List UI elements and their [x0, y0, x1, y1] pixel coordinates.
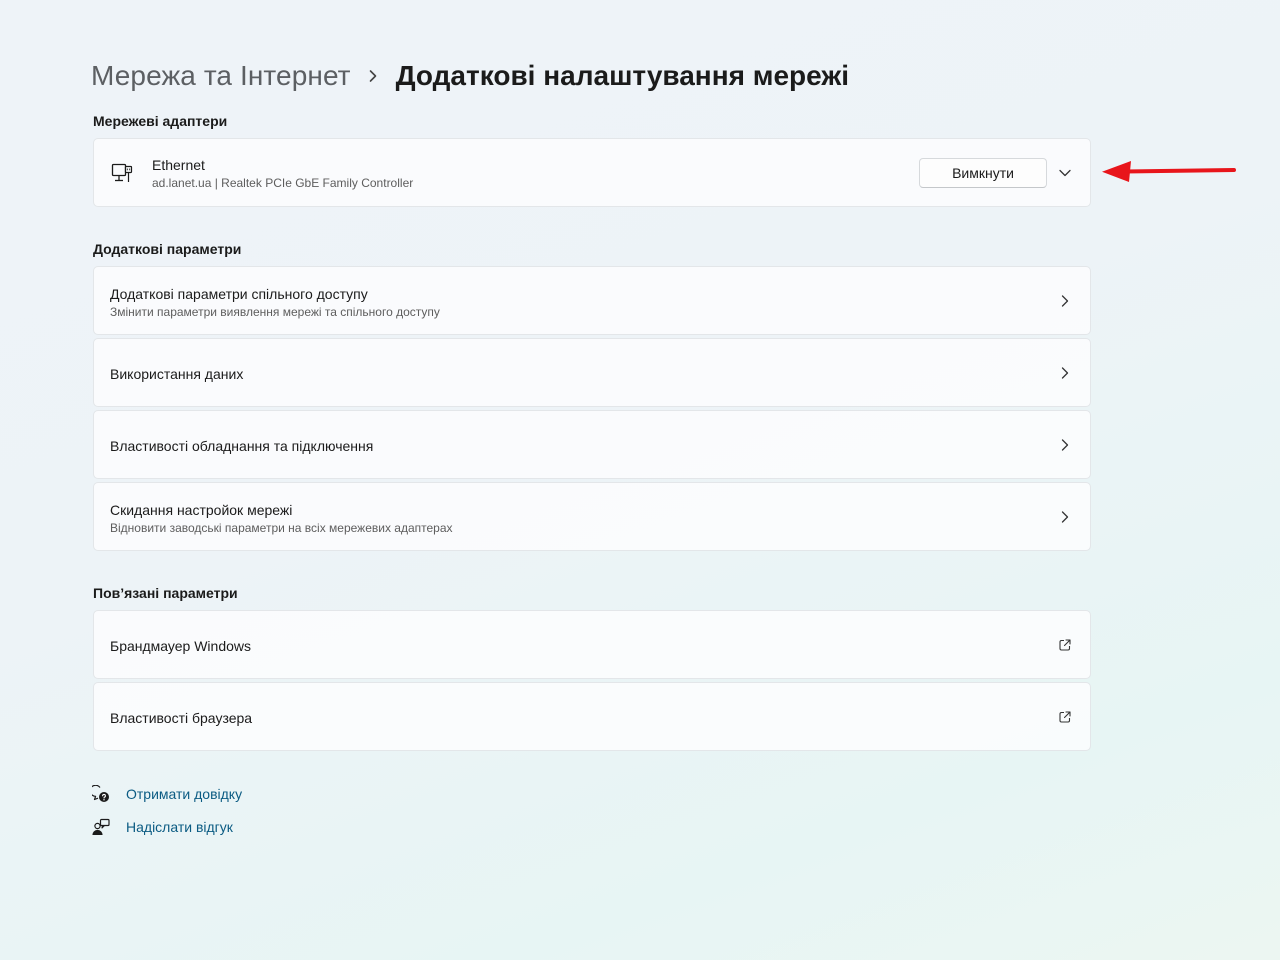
send-feedback-link[interactable]: Надіслати відгук [92, 817, 233, 837]
related-row-title: Властивості браузера [110, 710, 253, 726]
settings-row-hardware-properties[interactable]: Властивості обладнання та підключення [93, 410, 1091, 479]
settings-row-title: Використання даних [110, 366, 244, 382]
chevron-right-icon [1058, 510, 1072, 524]
settings-row-data-usage[interactable]: Використання даних [93, 338, 1091, 407]
settings-row-subtitle: Змінити параметри виявлення мережі та сп… [110, 305, 440, 319]
feedback-person-icon [92, 818, 110, 836]
settings-row-title: Властивості обладнання та підключення [110, 438, 374, 454]
chevron-right-icon [1058, 366, 1072, 380]
chevron-right-icon [1058, 438, 1072, 452]
section-title-adapters: Мережеві адаптери [93, 113, 228, 129]
chevron-down-icon[interactable] [1058, 166, 1072, 180]
chevron-right-icon [368, 69, 378, 83]
settings-row-sharing[interactable]: Додаткові параметри спільного доступу Зм… [93, 266, 1091, 335]
section-title-related: Пов’язані параметри [93, 585, 238, 601]
get-help-label[interactable]: Отримати довідку [126, 786, 242, 802]
open-external-icon [1058, 710, 1072, 724]
related-row-firewall[interactable]: Брандмауер Windows [93, 610, 1091, 679]
red-arrow-icon [1102, 161, 1236, 182]
settings-row-title: Скидання настройок мережі [110, 502, 293, 518]
send-feedback-label[interactable]: Надіслати відгук [126, 819, 233, 835]
settings-row-subtitle: Відновити заводські параметри на всіх ме… [110, 521, 453, 535]
open-external-icon [1058, 638, 1072, 652]
adapter-description: ad.lanet.ua | Realtek PCIe GbE Family Co… [152, 176, 414, 190]
section-title-more-settings: Додаткові параметри [93, 241, 242, 257]
related-row-title: Брандмауер Windows [110, 638, 252, 654]
disable-adapter-button[interactable]: Вимкнути [919, 158, 1047, 188]
page-title: Додаткові налаштування мережі [395, 60, 849, 91]
related-row-browser-properties[interactable]: Властивості браузера [93, 682, 1091, 751]
settings-row-title: Додаткові параметри спільного доступу [110, 286, 368, 302]
breadcrumb-parent-link[interactable]: Мережа та Інтернет [91, 60, 351, 92]
help-chat-icon [89, 784, 110, 803]
get-help-link[interactable]: Отримати довідку [89, 784, 242, 804]
chevron-right-icon [1058, 294, 1072, 308]
adapter-name: Ethernet [152, 157, 205, 173]
settings-row-network-reset[interactable]: Скидання настройок мережі Відновити заво… [93, 482, 1091, 551]
breadcrumb: Мережа та Інтернет Додаткові налаштуванн… [91, 58, 849, 94]
adapter-card-ethernet[interactable]: Ethernet ad.lanet.ua | Realtek PCIe GbE … [93, 138, 1091, 207]
ethernet-computer-icon [111, 162, 133, 184]
